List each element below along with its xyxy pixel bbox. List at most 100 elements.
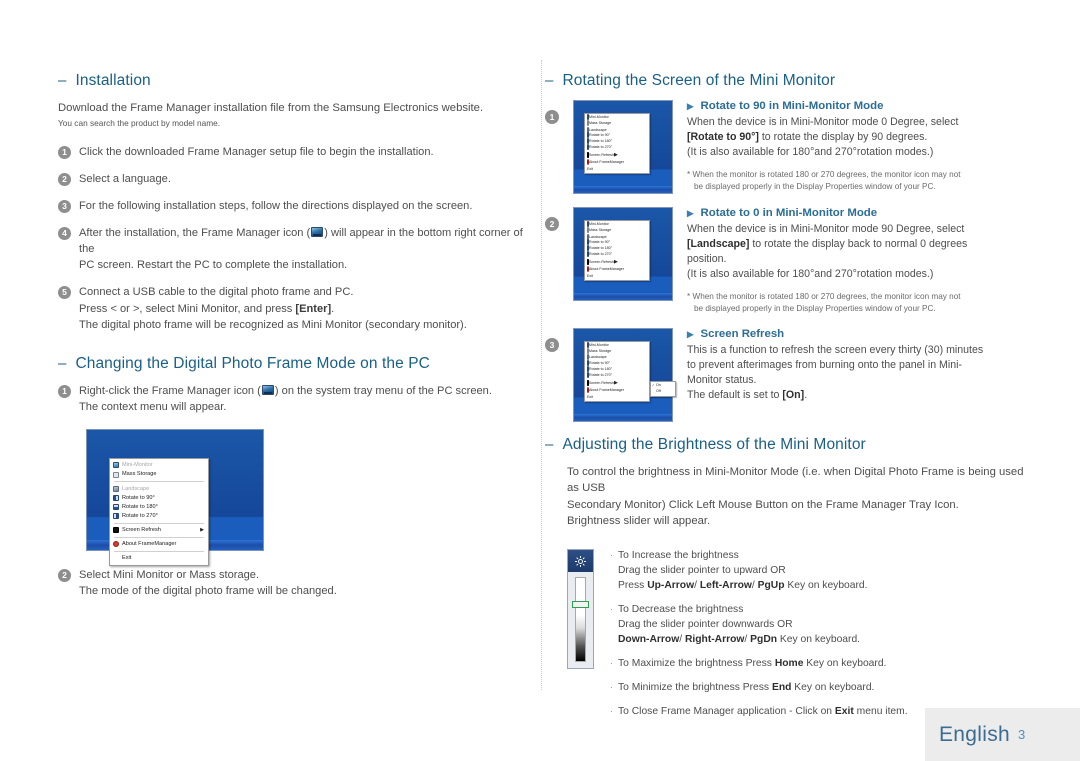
list-item: · To Maximize the brightness Press Home … (610, 657, 908, 672)
text-line: to rotate the display by 90 degrees. (758, 131, 928, 144)
menu-separator (114, 550, 204, 552)
menu-item-exit[interactable]: Exit (585, 395, 649, 401)
menu-item-label: Mini-Monitor (589, 342, 609, 347)
list-item: · To Increase the brightness Drag the sl… (610, 549, 908, 594)
note-line: * When the monitor is rotated 180 or 270… (687, 292, 961, 302)
list-item: 1 Right-click the Frame Manager icon () … (58, 383, 528, 415)
bullet-text: To Decrease the brightness Drag the slid… (618, 603, 860, 648)
brightness-slider[interactable] (567, 549, 594, 670)
menu-item-about[interactable]: About FrameManager (585, 386, 649, 394)
step-number: 1 (545, 110, 559, 124)
key-label: Exit (834, 705, 854, 717)
heading-changing-mode-text: Changing the Digital Photo Frame Mode on… (75, 354, 430, 372)
left-column: – Installation Download the Frame Manage… (58, 72, 528, 610)
menu-item-rotate-90[interactable]: Rotate to 90° (110, 493, 208, 502)
step-number: 2 (58, 173, 71, 187)
screenshot-context-menu-large: Mini-Monitor Mass Storage Landscape Rota… (86, 428, 264, 567)
step-text: Select a language. (79, 171, 171, 187)
bullet-text: To Close Frame Manager application - Cli… (618, 705, 908, 720)
menu-item-mass-storage[interactable]: Mass Storage (585, 226, 649, 234)
menu-item-label: Landscape (122, 485, 150, 492)
menu-item-label: Rotate to 180° (589, 246, 613, 251)
menu-item-about[interactable]: About FrameManager (585, 158, 649, 166)
menu-item-label: Rotate to 270° (589, 251, 613, 256)
step-number: 3 (545, 337, 559, 352)
context-menu: Mini-Monitor Mass Storage Landscape Rota… (584, 113, 650, 175)
taskbar (574, 186, 672, 193)
step-text: Select Mini Monitor or Mass storage. The… (79, 567, 337, 599)
chevron-right-icon: ▶ (200, 526, 204, 533)
menu-item-rotate-270[interactable]: Rotate to 270° (585, 250, 649, 258)
text-line: position. (687, 253, 727, 266)
landscape-icon (113, 485, 119, 492)
step-line: ) on the system tray menu of the PC scre… (274, 384, 492, 397)
step-number: 3 (58, 200, 71, 214)
menu-item-label: Exit (587, 394, 593, 399)
rotation-item-2: 2 Mini-Monitor Mass Storage Landscape Ro… (545, 207, 1030, 315)
rotate-90-key-label: [Rotate to 90°] (687, 131, 759, 144)
list-item: · To Close Frame Manager application - C… (610, 705, 908, 720)
manual-page: – Installation Download the Frame Manage… (0, 0, 1080, 761)
heading-brightness: – Adjusting the Brightness of the Mini M… (545, 436, 1030, 454)
right-column: – Rotating the Screen of the Mini Monito… (545, 72, 1030, 729)
triangle-bullet-icon: ▶ (687, 207, 694, 218)
menu-item-rotate-180[interactable]: Rotate to 180° (110, 502, 208, 511)
rotation-item-3-body: ▶ Screen Refresh This is a function to r… (687, 328, 1030, 422)
menu-item-mass-storage[interactable]: Mass Storage (110, 470, 208, 479)
text-line: Drag the slider pointer downwards OR (618, 619, 793, 631)
menu-item-label: Screen Refresh (122, 527, 161, 534)
text-line: Press (618, 580, 648, 592)
menu-item-label: About FrameManager (589, 387, 624, 392)
menu-item-label: Rotate to 90° (589, 240, 611, 245)
menu-item-mass-storage[interactable]: Mass Storage (585, 347, 649, 355)
screenshot-context-menu-1: Mini-Monitor Mass Storage Landscape Rota… (573, 100, 673, 194)
heading-rotating-screen: – Rotating the Screen of the Mini Monito… (545, 72, 1030, 90)
menu-item-exit[interactable]: Exit (585, 167, 649, 173)
brightness-slider-track[interactable] (572, 577, 589, 663)
menu-item-rotate-270[interactable]: Rotate to 270° (585, 371, 649, 379)
submenu-item-off[interactable]: Off (651, 389, 675, 395)
text-line: Key on keyboard. (803, 657, 887, 669)
step-line: The mode of the digital photo frame will… (79, 584, 337, 597)
menu-item-label: Rotate to 90° (589, 361, 611, 366)
heading-brightness-text: Adjusting the Brightness of the Mini Mon… (562, 435, 866, 453)
rotate-90-icon (113, 494, 119, 501)
text-line: . (804, 389, 808, 401)
menu-item-exit[interactable]: Exit (585, 274, 649, 280)
menu-item-label: About FrameManager (589, 266, 624, 271)
step-line: After the installation, the Frame Manage… (79, 227, 311, 240)
rotate-180-icon (113, 503, 119, 510)
step-text: After the installation, the Frame Manage… (79, 225, 528, 273)
menu-item-about[interactable]: About FrameManager (110, 540, 208, 549)
taskbar (574, 413, 672, 421)
text-line: Drag the slider pointer to upward OR (618, 565, 786, 577)
installation-intro: Download the Frame Manager installation … (58, 102, 484, 114)
on-key-label: [On] (782, 389, 805, 401)
menu-item-rotate-270[interactable]: Rotate to 270° (110, 512, 208, 521)
list-item: · To Decrease the brightness Drag the sl… (610, 603, 908, 648)
menu-item-about[interactable]: About FrameManager (585, 265, 649, 273)
step-line: PC screen. Restart the PC to complete th… (79, 259, 348, 272)
menu-item-screen-refresh[interactable]: Screen Refresh▶ (585, 151, 649, 159)
menu-item-screen-refresh[interactable]: Screen Refresh▶ (585, 258, 649, 266)
menu-item-exit[interactable]: Exit (110, 554, 208, 563)
menu-item-screen-refresh[interactable]: Screen Refresh ▶ (110, 526, 208, 535)
enter-key-label: [Enter] (295, 302, 332, 315)
menu-item-landscape[interactable]: Landscape (110, 484, 208, 493)
menu-item-screen-refresh[interactable]: Screen Refresh▶ (585, 379, 649, 387)
menu-item-label: Rotate to 90° (122, 494, 155, 501)
menu-item-rotate-270[interactable]: Rotate to 270° (585, 143, 649, 151)
menu-item-mass-storage[interactable]: Mass Storage (585, 119, 649, 127)
frame-manager-tray-icon (311, 227, 324, 238)
rotate-270-icon (113, 513, 119, 520)
landscape-key-label: [Landscape] (687, 238, 750, 251)
brightness-slider-thumb[interactable] (572, 600, 589, 608)
menu-item-mini-monitor[interactable]: Mini-Monitor (110, 461, 208, 470)
step-line: Select Mini Monitor or Mass storage. (79, 568, 260, 581)
menu-item-label: Mass Storage (589, 348, 612, 353)
context-menu: Mini-Monitor Mass Storage Landscape Rota… (109, 457, 209, 567)
menu-item-label: Rotate to 270° (589, 372, 613, 377)
menu-item-label: Landscape (589, 355, 607, 360)
rotation-item-3-text: This is a function to refresh the screen… (687, 343, 1030, 403)
taskbar (574, 293, 672, 300)
